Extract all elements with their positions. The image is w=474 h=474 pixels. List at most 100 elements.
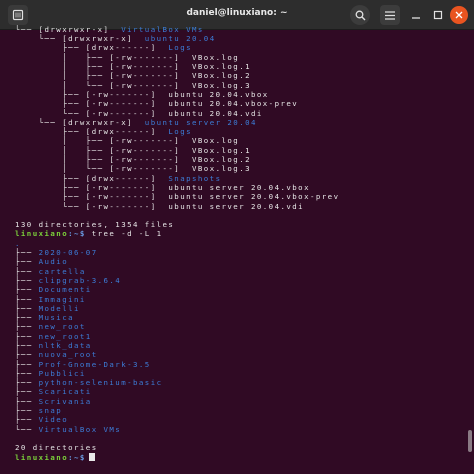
file-name: ubuntu server 20.04.vbox-prev — [168, 192, 340, 202]
tree-prefix: ├── [drwx------] — [15, 43, 169, 53]
dir-list-item: ├── Pubblici — [15, 369, 462, 378]
search-button[interactable] — [350, 5, 370, 25]
dir-list-item: ├── new_root — [15, 322, 462, 331]
tree-prefix: │ ├── [-rw-------] — [15, 62, 192, 72]
tree-prefix: ├── [-rw-------] — [15, 182, 169, 192]
tree-line: │ └── [-rw-------] VBox.log.3 — [15, 81, 462, 90]
directory-name: Audio — [38, 257, 69, 267]
directory-name: new_root — [38, 322, 86, 332]
dir-list-item: ├── Scaricati — [15, 387, 462, 396]
tree-line: │ ├── [-rw-------] VBox.log — [15, 53, 462, 62]
dir-list-item: ├── nuova_root — [15, 350, 462, 359]
summary-line: 130 directories, 1354 files — [15, 220, 462, 229]
file-name: VBox.log.2 — [192, 155, 251, 165]
tree-prefix: │ ├── [-rw-------] — [15, 136, 192, 146]
file-name: ubuntu server 20.04.vbox — [168, 182, 310, 192]
dir-list-item: ├── nltk_data — [15, 341, 462, 350]
tree-prefix: ├── [drwx------] — [15, 173, 169, 183]
directory-name: snap — [38, 406, 63, 416]
tree-line: │ ├── [-rw-------] VBox.log.2 — [15, 155, 462, 164]
command-text: tree -d -L 1 — [85, 229, 163, 239]
current-dir-dot: . — [15, 238, 21, 248]
dir-list-item: ├── Video — [15, 415, 462, 424]
dir-list-item: ├── clipgrab-3.6.4 — [15, 276, 462, 285]
tree-prefix: ├── — [15, 285, 39, 295]
tree-prefix: └── [drwxrwxr-x] — [15, 117, 145, 127]
file-name: VBox.log.1 — [192, 62, 251, 72]
tree-prefix: ├── — [15, 406, 39, 416]
file-name: ubuntu server 20.04.vdi — [168, 201, 305, 211]
tree-line: └── [drwxrwxr-x] VirtualBox VMs — [15, 25, 462, 34]
directory-name: python-selenium-basic — [38, 378, 163, 388]
directory-name: VirtualBox VMs — [121, 24, 204, 34]
tree-prefix: ├── — [15, 266, 39, 276]
tree-prefix: └── [drwxrwxr-x] — [15, 34, 145, 44]
dir-list-item: ├── 2020-06-07 — [15, 248, 462, 257]
tree-prefix: ├── — [15, 396, 39, 406]
scrollbar[interactable] — [468, 430, 472, 452]
dir-list-item: ├── Audio — [15, 257, 462, 266]
dir-list-item: ├── cartella — [15, 267, 462, 276]
tree-line: └── [-rw-------] ubuntu 20.04.vdi — [15, 109, 462, 118]
tree-prefix: ├── [-rw-------] — [15, 192, 169, 202]
tree-prefix: ├── — [15, 313, 39, 323]
tree-prefix: ├── [-rw-------] — [15, 99, 169, 109]
tree-prefix: ├── [drwx------] — [15, 127, 169, 137]
dir-list-item: ├── Immagini — [15, 295, 462, 304]
tree-line: ├── [-rw-------] ubuntu 20.04.vbox — [15, 90, 462, 99]
directory-name: Scaricati — [38, 387, 92, 397]
prompt-line: linuxiano:~$ tree -d -L 1 — [15, 229, 462, 238]
file-name: VBox.log — [192, 52, 240, 62]
file-name: ubuntu 20.04.vbox — [168, 89, 269, 99]
text-cursor — [88, 452, 95, 461]
tree-prefix: │ └── [-rw-------] — [15, 80, 192, 90]
maximize-icon — [433, 10, 443, 20]
tree-line: │ ├── [-rw-------] VBox.log.1 — [15, 146, 462, 155]
terminal-output[interactable]: └── [drwxrwxr-x] VirtualBox VMs └── [drw… — [15, 25, 462, 474]
dir-list-item: └── VirtualBox VMs — [15, 425, 462, 434]
search-icon — [355, 10, 365, 20]
dir-list-item: ├── new_root1 — [15, 332, 462, 341]
directory-name: Immagini — [38, 294, 86, 304]
dir-list-item: ├── python-selenium-basic — [15, 378, 462, 387]
tree-line: └── [-rw-------] ubuntu server 20.04.vdi — [15, 202, 462, 211]
prompt-user: linuxiano — [15, 452, 69, 462]
directory-name: Scrivania — [38, 396, 92, 406]
tree-prefix: ├── — [15, 331, 39, 341]
summary-text: 130 directories, 1354 files — [15, 220, 175, 230]
file-name: VBox.log — [192, 136, 240, 146]
tree-prefix: ├── [-rw-------] — [15, 89, 169, 99]
dir-list-item: ├── snap — [15, 406, 462, 415]
tree-line: │ └── [-rw-------] VBox.log.3 — [15, 164, 462, 173]
dir-list-item: ├── Musica — [15, 313, 462, 322]
tree-prefix: │ ├── [-rw-------] — [15, 52, 192, 62]
file-name: VBox.log.2 — [192, 71, 251, 81]
dot-line: . — [15, 239, 462, 248]
tree-prefix: ├── — [15, 294, 39, 304]
tree-line: │ ├── [-rw-------] VBox.log — [15, 136, 462, 145]
file-name: VBox.log.1 — [192, 145, 251, 155]
minimize-icon — [412, 17, 420, 19]
summary-text: 20 directories — [15, 443, 98, 453]
directory-name: Logs — [168, 127, 192, 137]
tree-line: ├── [drwx------] Logs — [15, 43, 462, 52]
tree-prefix: └── [drwxrwxr-x] — [15, 24, 122, 34]
tree-prefix: ├── — [15, 378, 39, 388]
prompt-path: :~$ — [68, 229, 86, 239]
directory-name: nuova_root — [38, 350, 98, 360]
tree-prefix: ├── — [15, 322, 39, 332]
hamburger-menu-icon — [385, 10, 395, 20]
maximize-button[interactable] — [428, 5, 448, 25]
minimize-button[interactable] — [406, 5, 426, 25]
tree-prefix: └── [-rw-------] — [15, 108, 169, 118]
tree-prefix: ├── — [15, 275, 39, 285]
directory-name: 2020-06-07 — [38, 248, 98, 258]
menu-button[interactable] — [380, 5, 400, 25]
tree-prefix: └── [-rw-------] — [15, 201, 169, 211]
close-button[interactable] — [450, 6, 468, 24]
directory-name: Musica — [38, 313, 75, 323]
tree-line: │ ├── [-rw-------] VBox.log.1 — [15, 62, 462, 71]
tree-prefix: │ └── [-rw-------] — [15, 164, 192, 174]
